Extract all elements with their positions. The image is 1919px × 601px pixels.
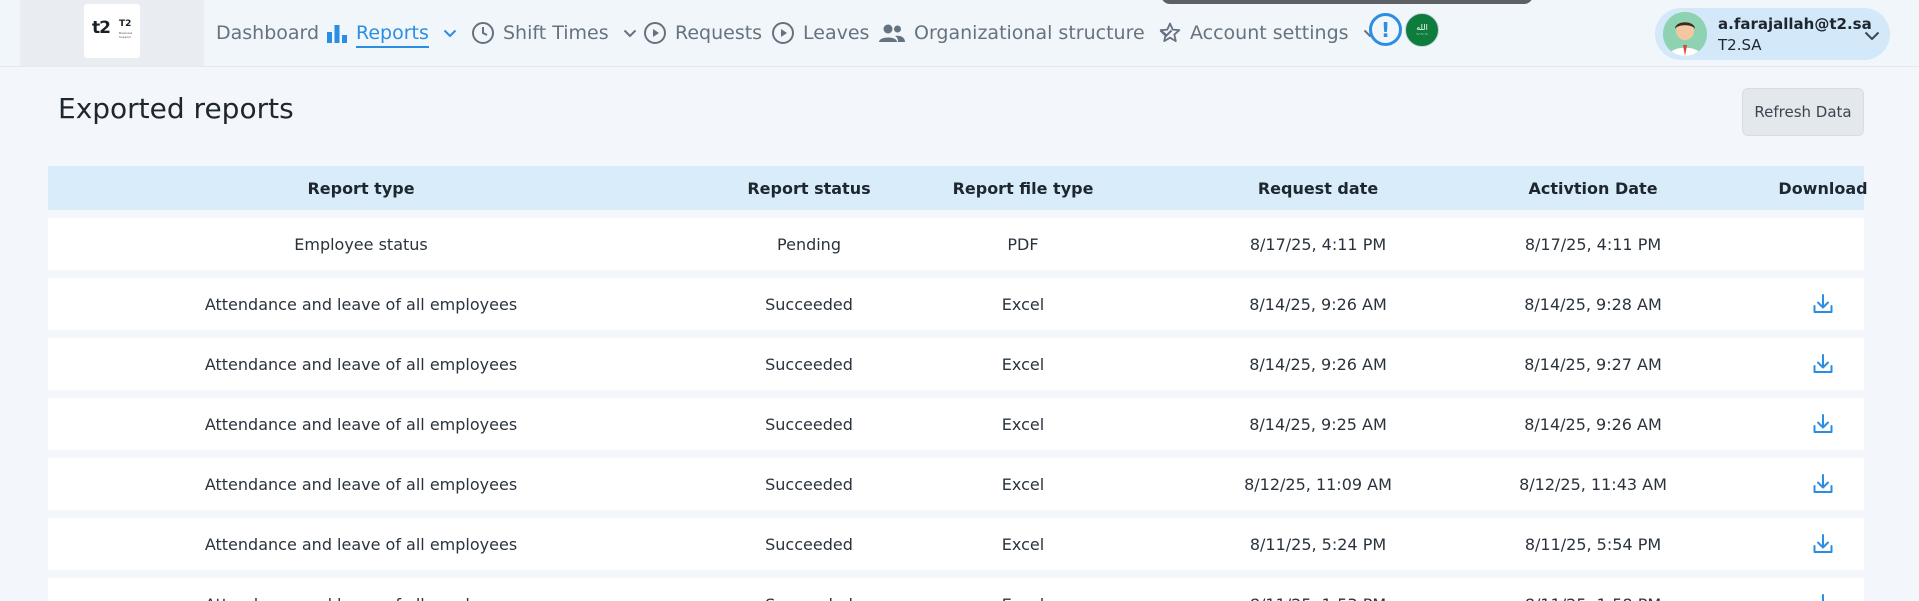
cell-file-type: Excel bbox=[1001, 294, 1045, 314]
cell-file-type: Excel bbox=[1001, 414, 1045, 434]
people-icon bbox=[878, 22, 906, 44]
cell-download bbox=[1638, 518, 1919, 570]
play-circle-icon bbox=[771, 21, 795, 45]
cell-report-type: Attendance and leave of all employees bbox=[204, 534, 518, 554]
nav-leaves[interactable]: Leaves bbox=[771, 0, 869, 66]
nav-account-settings[interactable]: Account settings bbox=[1158, 0, 1377, 66]
cell-request-date: 8/17/25, 4:11 PM bbox=[1249, 234, 1387, 254]
cell-download bbox=[1638, 338, 1919, 390]
download-icon[interactable] bbox=[1808, 409, 1838, 439]
nav-dashboard[interactable]: Dashboard bbox=[216, 0, 319, 66]
table-row: Attendance and leave of all employees Su… bbox=[48, 398, 1864, 450]
cell-request-date: 8/11/25, 1:53 PM bbox=[1148, 578, 1488, 601]
cell-request-date: 8/11/25, 5:24 PM bbox=[1249, 534, 1387, 554]
star-icon bbox=[1158, 21, 1182, 45]
flag-text: الله bbox=[1416, 22, 1428, 32]
nav-organizational-structure-label: Organizational structure bbox=[914, 22, 1145, 44]
logo-tagline: Business Support bbox=[119, 31, 133, 39]
user-organization: T2.SA bbox=[1718, 36, 1762, 54]
language-flag-button[interactable]: الله ~~~ bbox=[1405, 13, 1439, 47]
cell-report-type: Attendance and leave of all employees bbox=[204, 474, 518, 494]
download-icon[interactable] bbox=[1808, 529, 1838, 559]
cell-file-type: Excel bbox=[1001, 474, 1045, 494]
cell-file-type: Excel bbox=[1001, 534, 1045, 554]
bar-chart-icon bbox=[326, 23, 348, 43]
page-title: Exported reports bbox=[58, 92, 294, 125]
column-header-request-date: Request date bbox=[1257, 178, 1379, 198]
cell-report-type: Attendance and leave of all employees bbox=[204, 354, 518, 374]
alert-icon[interactable]: ! bbox=[1369, 13, 1402, 46]
cell-report-type: Attendance and leave of all employees bbox=[204, 294, 518, 314]
table-row: Employee status Pending PDF 8/17/25, 4:1… bbox=[48, 218, 1864, 270]
clock-icon bbox=[471, 21, 495, 45]
flag-subtext: ~~~ bbox=[1415, 31, 1429, 38]
chevron-down-icon[interactable] bbox=[443, 29, 457, 38]
popover-edge bbox=[1161, 0, 1533, 4]
nav-dashboard-label: Dashboard bbox=[216, 22, 320, 44]
logo-name: T2 bbox=[119, 19, 132, 29]
chevron-down-icon[interactable] bbox=[1864, 26, 1880, 45]
table-row: Attendance and leave of all employees Su… bbox=[48, 278, 1864, 330]
download-icon[interactable] bbox=[1808, 289, 1838, 319]
chevron-down-icon[interactable] bbox=[623, 29, 637, 38]
nav-requests-label: Requests bbox=[675, 22, 763, 44]
table-row: Attendance and leave of all employees Su… bbox=[48, 458, 1864, 510]
table-row: Attendance and leave of all employees Su… bbox=[48, 578, 1864, 601]
nav-shift-times[interactable]: Shift Times bbox=[471, 0, 637, 66]
cell-request-date: 8/12/25, 11:09 AM bbox=[1244, 474, 1392, 494]
cell-download bbox=[1638, 278, 1919, 330]
cell-request-date: 8/14/25, 9:26 AM bbox=[1249, 354, 1387, 374]
cell-file-type: PDF bbox=[1007, 234, 1039, 254]
nav-shift-times-label: Shift Times bbox=[503, 22, 609, 44]
column-header-file-type: Report file type bbox=[952, 178, 1094, 198]
nav-organizational-structure[interactable]: Organizational structure bbox=[878, 0, 1173, 66]
table-header: Report type Report status Report file ty… bbox=[48, 166, 1868, 210]
nav-account-settings-label: Account settings bbox=[1190, 22, 1349, 44]
table-row: Attendance and leave of all employees Su… bbox=[48, 518, 1864, 570]
top-navbar: t2 T2 Business Support Dashboard Reports… bbox=[0, 0, 1919, 67]
play-circle-icon bbox=[643, 21, 667, 45]
download-icon[interactable] bbox=[1808, 469, 1838, 499]
avatar bbox=[1663, 12, 1707, 56]
cell-report-type: Attendance and leave of all employees bbox=[48, 578, 674, 601]
table-row: Attendance and leave of all employees Su… bbox=[48, 338, 1864, 390]
refresh-data-button[interactable]: Refresh Data bbox=[1742, 88, 1864, 136]
cell-file-type: Excel bbox=[898, 578, 1148, 601]
cell-request-date: 8/14/25, 9:26 AM bbox=[1249, 294, 1387, 314]
nav-reports-label: Reports bbox=[356, 18, 429, 48]
cell-download bbox=[1638, 398, 1919, 450]
cell-report-type: Employee status bbox=[294, 234, 428, 254]
download-icon[interactable] bbox=[1808, 349, 1838, 379]
company-logo[interactable]: t2 T2 Business Support bbox=[84, 4, 140, 58]
cell-download bbox=[1638, 458, 1919, 510]
column-header-download: Download bbox=[1778, 178, 1868, 198]
column-header-report-type: Report type bbox=[307, 178, 415, 198]
nav-leaves-label: Leaves bbox=[803, 22, 870, 44]
user-email: a.farajallah@t2.sa bbox=[1718, 15, 1872, 33]
cell-report-type: Attendance and leave of all employees bbox=[204, 414, 518, 434]
nav-reports[interactable]: Reports bbox=[326, 0, 457, 66]
logo-mark: t2 bbox=[92, 18, 111, 38]
cell-download-empty bbox=[1638, 218, 1919, 270]
cell-request-date: 8/14/25, 9:25 AM bbox=[1249, 414, 1387, 434]
logo-container: t2 T2 Business Support bbox=[20, 0, 204, 66]
cell-file-type: Excel bbox=[1001, 354, 1045, 374]
user-menu[interactable]: a.farajallah@t2.sa T2.SA bbox=[1655, 8, 1890, 60]
download-icon[interactable] bbox=[1808, 589, 1838, 601]
cell-download bbox=[1638, 578, 1919, 601]
nav-requests[interactable]: Requests bbox=[643, 0, 762, 66]
